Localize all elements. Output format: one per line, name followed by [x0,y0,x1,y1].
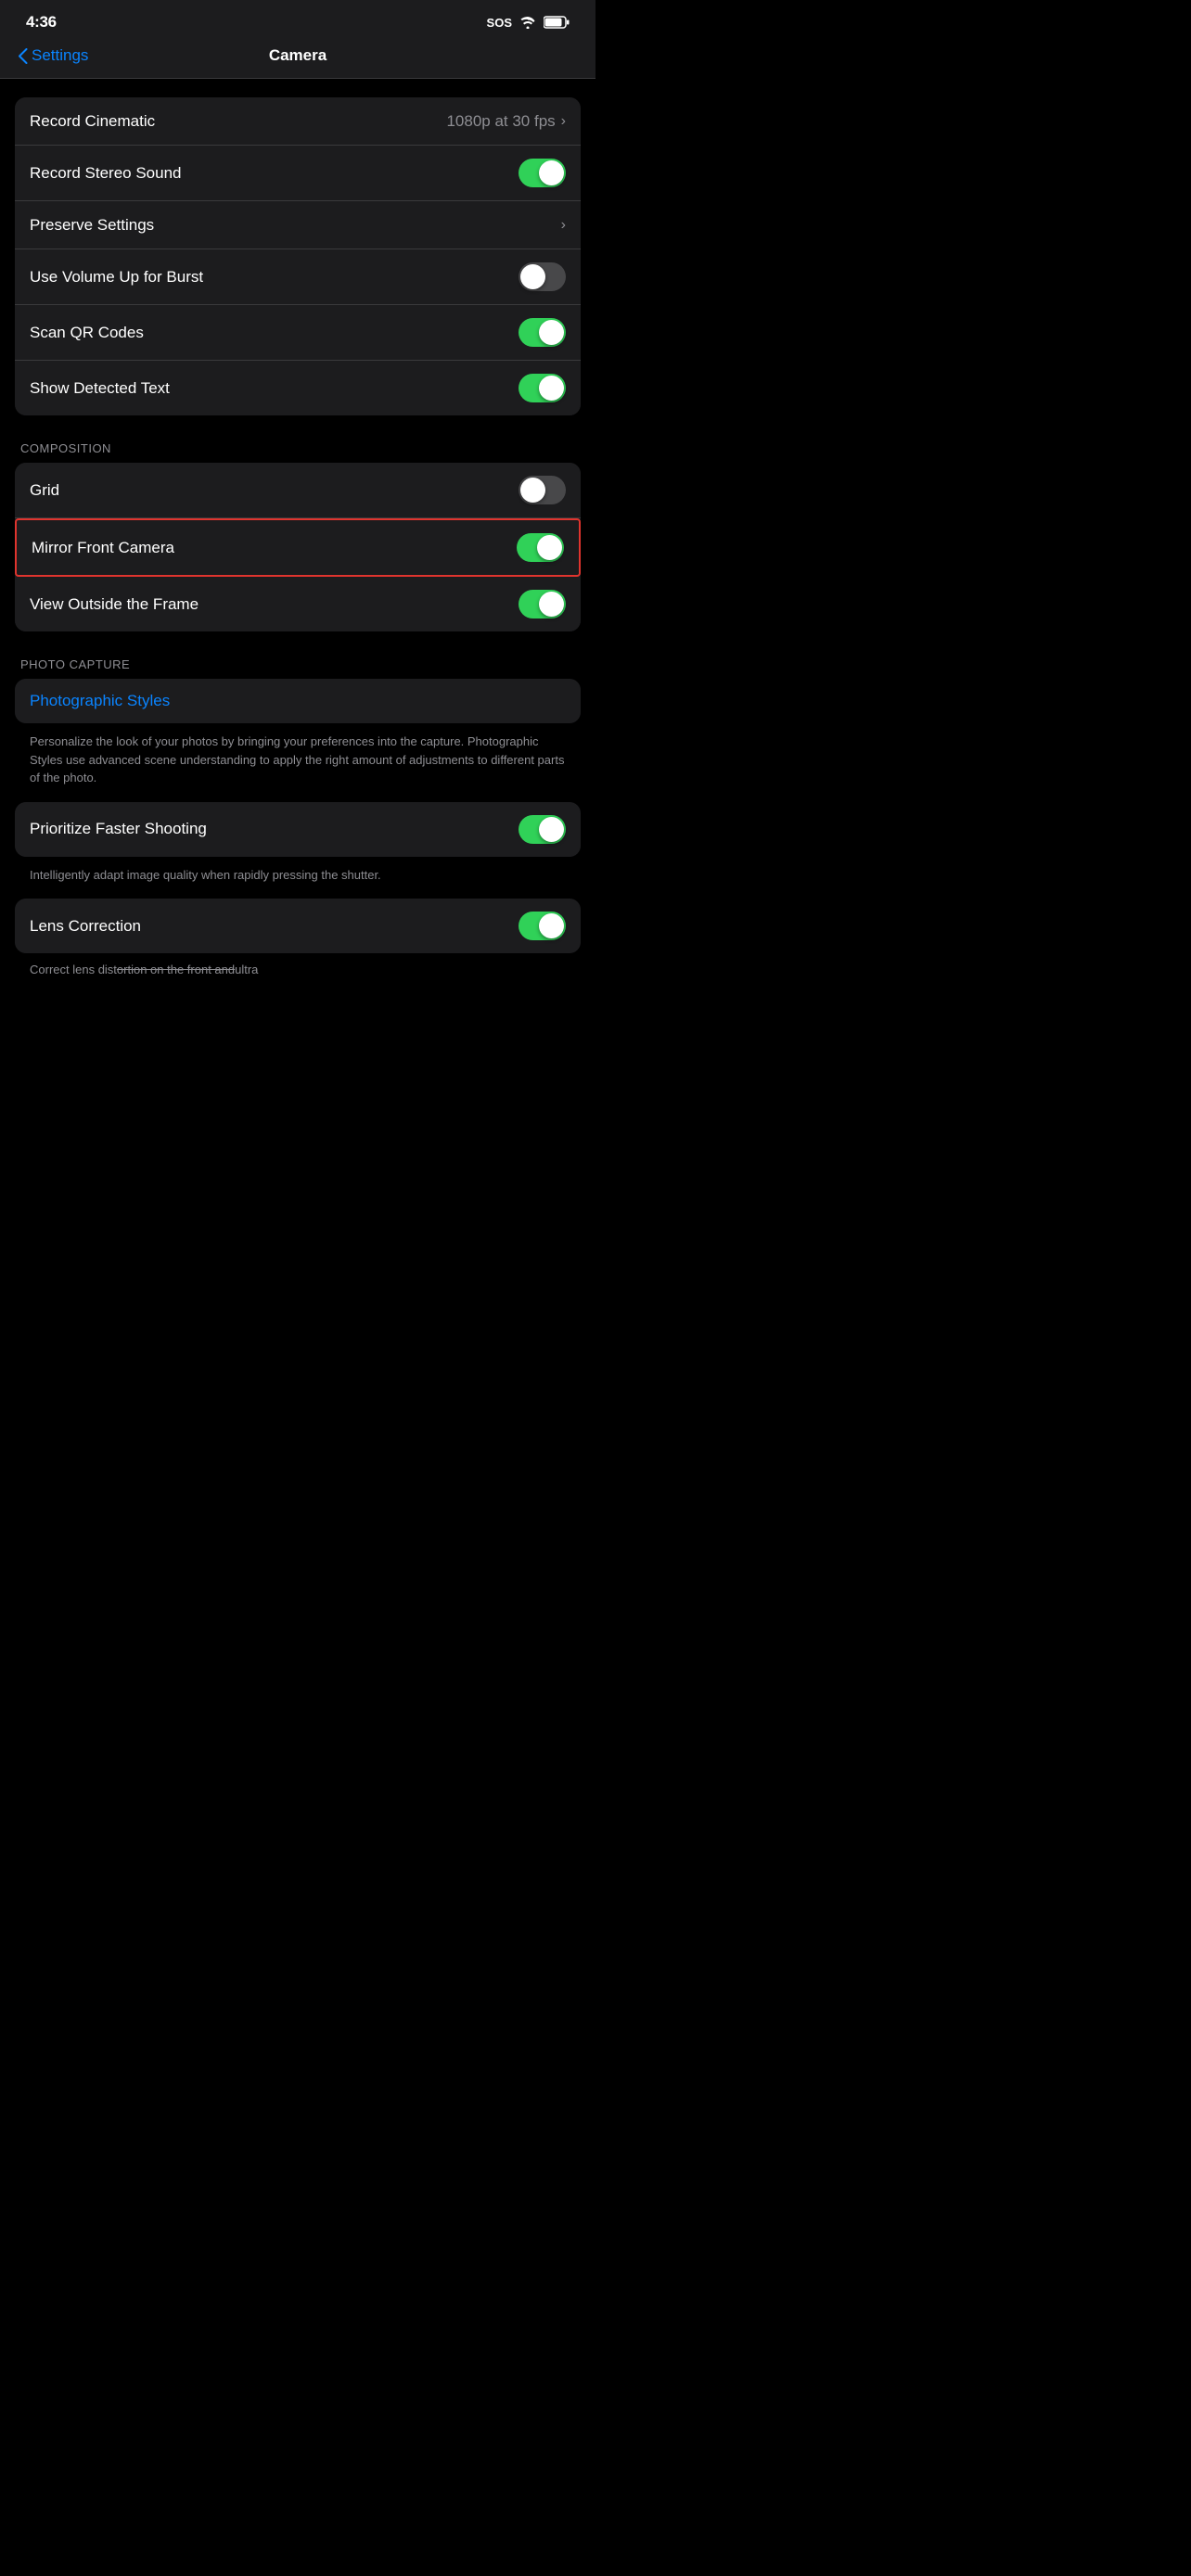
back-button[interactable]: Settings [19,46,88,65]
content: Record Cinematic 1080p at 30 fps › Recor… [0,97,596,991]
prioritize-faster-shooting-card: Prioritize Faster Shooting [15,802,581,857]
toggle-knob [539,592,564,617]
setting-row-view-outside-frame[interactable]: View Outside the Frame [15,577,581,631]
scan-qr-codes-label: Scan QR Codes [30,324,144,342]
show-detected-text-label: Show Detected Text [30,379,170,398]
scan-qr-codes-toggle[interactable] [519,318,566,347]
sos-label: SOS [487,16,512,30]
preserve-settings-label: Preserve Settings [30,216,154,235]
view-outside-frame-toggle[interactable] [519,590,566,618]
grid-label: Grid [30,481,59,500]
photographic-styles-card: Photographic Styles [15,679,581,723]
page-title: Camera [269,46,327,65]
mirror-front-camera-toggle[interactable] [517,533,564,562]
photographic-styles-description: Personalize the look of your photos by b… [15,723,581,802]
toggle-knob [539,320,564,345]
lens-correction-card: Lens Correction [15,899,581,953]
setting-row-scan-qr-codes[interactable]: Scan QR Codes [15,305,581,361]
toggle-knob [539,817,564,842]
setting-row-lens-correction[interactable]: Lens Correction [15,899,581,953]
lens-correction-desc-strike: ortion on the front and [117,963,235,976]
record-cinematic-value: 1080p at 30 fps › [446,112,566,131]
setting-row-grid[interactable]: Grid [15,463,581,518]
record-stereo-sound-label: Record Stereo Sound [30,164,182,183]
composition-card: Grid Mirror Front Camera View Outside th… [15,463,581,631]
toggle-knob [539,376,564,401]
status-icons: SOS [487,16,570,30]
photo-capture-section: PHOTO CAPTURE Photographic Styles Person… [15,657,581,991]
preserve-settings-chevron: › [561,217,566,234]
toggle-knob [539,160,564,185]
setting-row-prioritize-faster-shooting[interactable]: Prioritize Faster Shooting [15,802,581,857]
lens-correction-desc-suffix: ultra [235,963,258,976]
toggle-knob [520,264,545,289]
photo-capture-label: PHOTO CAPTURE [15,657,581,679]
status-bar: 4:36 SOS [0,0,596,39]
lens-correction-desc-prefix: Correct lens dist [30,963,117,976]
lens-correction-description: Correct lens distortion on the front and… [15,953,581,991]
mirror-front-camera-label: Mirror Front Camera [32,539,174,557]
back-chevron-icon [19,48,28,64]
top-section: Record Cinematic 1080p at 30 fps › Recor… [15,97,581,415]
prioritize-faster-shooting-label: Prioritize Faster Shooting [30,820,207,838]
setting-row-mirror-front-camera[interactable]: Mirror Front Camera [15,518,581,577]
composition-section: COMPOSITION Grid Mirror Front Camera Vie… [15,441,581,631]
toggle-knob [520,478,545,503]
setting-row-use-volume-up[interactable]: Use Volume Up for Burst [15,249,581,305]
toggle-knob [539,913,564,938]
setting-row-preserve-settings[interactable]: Preserve Settings › [15,201,581,249]
back-label: Settings [32,46,88,65]
photographic-styles-row[interactable]: Photographic Styles [15,679,581,723]
grid-toggle[interactable] [519,476,566,504]
top-card: Record Cinematic 1080p at 30 fps › Recor… [15,97,581,415]
record-cinematic-label: Record Cinematic [30,112,155,131]
use-volume-up-label: Use Volume Up for Burst [30,268,203,287]
battery-icon [544,16,570,29]
show-detected-text-toggle[interactable] [519,374,566,402]
setting-row-record-cinematic[interactable]: Record Cinematic 1080p at 30 fps › [15,97,581,146]
prioritize-faster-shooting-toggle[interactable] [519,815,566,844]
use-volume-up-toggle[interactable] [519,262,566,291]
record-stereo-sound-toggle[interactable] [519,159,566,187]
composition-label: COMPOSITION [15,441,581,463]
status-time: 4:36 [26,13,57,32]
lens-correction-toggle[interactable] [519,912,566,940]
photographic-styles-label[interactable]: Photographic Styles [30,692,170,709]
lens-correction-label: Lens Correction [30,917,141,936]
prioritize-faster-shooting-description: Intelligently adapt image quality when r… [15,857,581,899]
toggle-knob [537,535,562,560]
nav-bar: Settings Camera [0,39,596,79]
record-cinematic-chevron: › [561,113,566,130]
view-outside-frame-label: View Outside the Frame [30,595,198,614]
setting-row-show-detected-text[interactable]: Show Detected Text [15,361,581,415]
setting-row-record-stereo-sound[interactable]: Record Stereo Sound [15,146,581,201]
wifi-icon [519,17,536,29]
